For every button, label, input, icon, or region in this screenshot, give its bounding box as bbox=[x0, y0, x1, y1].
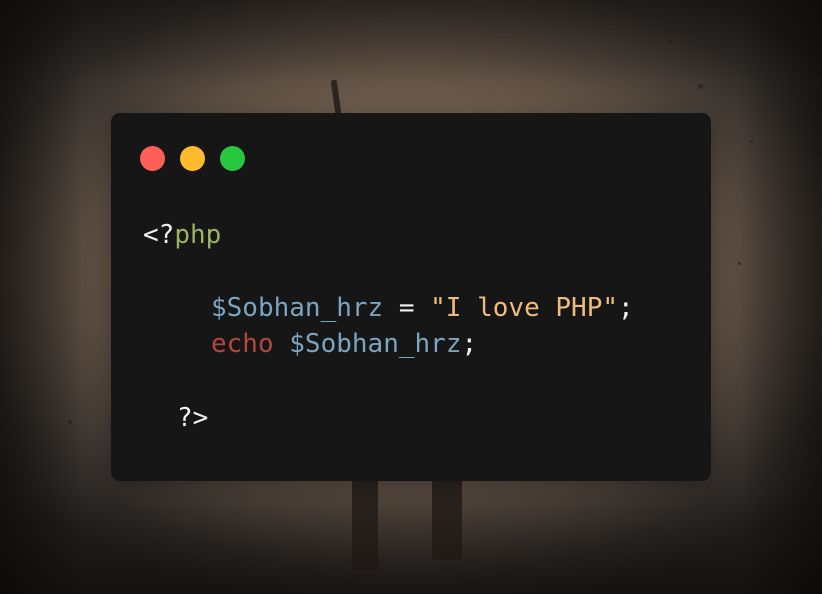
code-line-open-tag: <?php bbox=[143, 217, 221, 253]
background-speck bbox=[68, 420, 72, 424]
open-tag-php: php bbox=[174, 220, 222, 250]
echo-variable: $Sobhan_hrz bbox=[289, 329, 462, 359]
assign-operator: = bbox=[383, 293, 431, 323]
background-stick bbox=[330, 79, 342, 115]
code-line-close-tag: ?> bbox=[177, 400, 208, 436]
code-line-assignment: $Sobhan_hrz = "I love PHP"; bbox=[211, 290, 634, 326]
background-leg bbox=[432, 480, 462, 560]
maximize-window-icon[interactable] bbox=[220, 146, 245, 171]
close-window-icon[interactable] bbox=[140, 146, 165, 171]
echo-semicolon: ; bbox=[461, 329, 478, 359]
assign-string: "I love PHP" bbox=[430, 293, 618, 323]
echo-space bbox=[274, 329, 290, 359]
code-line-echo: echo $Sobhan_hrz; bbox=[211, 326, 477, 362]
echo-keyword: echo bbox=[211, 329, 274, 359]
background-speck bbox=[738, 262, 741, 265]
assign-variable: $Sobhan_hrz bbox=[211, 293, 384, 323]
minimize-window-icon[interactable] bbox=[180, 146, 205, 171]
background-leg bbox=[352, 480, 378, 570]
background-speck bbox=[668, 40, 671, 43]
assign-semicolon: ; bbox=[618, 293, 634, 323]
open-tag-punct: <? bbox=[143, 220, 175, 250]
close-tag: ?> bbox=[177, 403, 209, 433]
code-block: <?php $Sobhan_hrz = "I love PHP"; echo $… bbox=[143, 217, 634, 541]
background-speck bbox=[698, 84, 703, 89]
code-window: <?php $Sobhan_hrz = "I love PHP"; echo $… bbox=[111, 113, 711, 481]
background-speck bbox=[750, 140, 753, 143]
